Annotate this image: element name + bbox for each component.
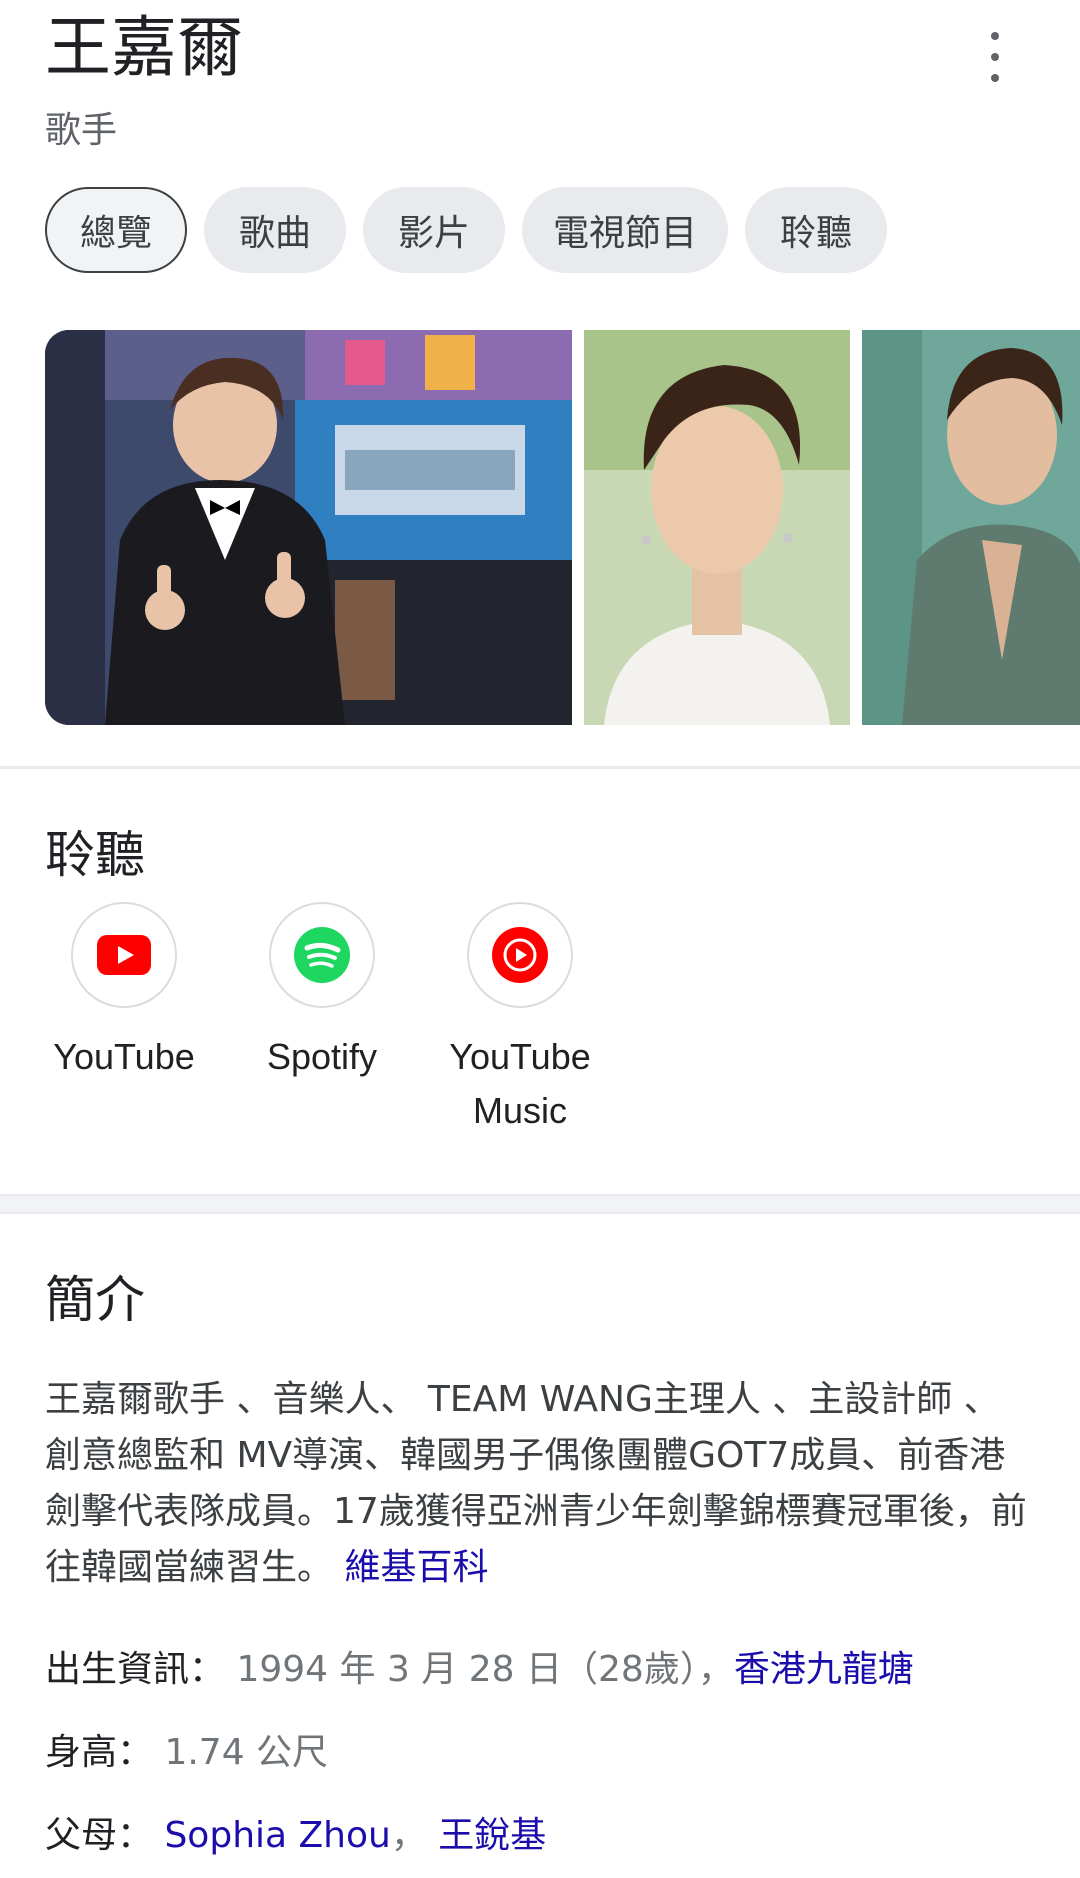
tab-listen[interactable]: 聆聽 [745,187,887,273]
fact-label: 出生資訊： [45,1649,226,1690]
service-label: YouTube Music [449,1036,591,1131]
tab-tv-shows[interactable]: 電視節目 [522,187,728,273]
youtube-icon [71,902,177,1008]
fact-label: 身高： [45,1732,154,1773]
section-divider [0,766,1080,769]
fact-parents: 父母： Sophia Zhou， 王銳基 [45,1806,546,1858]
spotify-icon [269,902,375,1008]
fact-birth: 出生資訊： 1994 年 3 月 28 日（28歲），香港九龍塘 [45,1640,914,1692]
fact-height: 身高： 1.74 公尺 [45,1723,328,1775]
more-vert-icon[interactable] [975,32,1015,82]
youtube-music-icon [467,902,573,1008]
page-title: 王嘉爾 [45,9,243,86]
service-label: Spotify [266,1036,378,1077]
section-divider [0,1194,1080,1214]
service-youtube-music[interactable]: YouTube Music [441,902,599,1138]
page-subtitle: 歌手 [45,110,118,151]
birthplace-link[interactable]: 香港九龍塘 [734,1649,914,1690]
gallery-image-3[interactable] [862,330,1080,725]
intro-body: 王嘉爾歌手 、音樂人、 TEAM WANG主理人 、主設計師 、創意總監和 MV… [45,1379,1027,1588]
fact-separator: ， [390,1815,439,1856]
gallery-image-2[interactable] [584,330,850,725]
parent-link-2[interactable]: 王銳基 [438,1815,546,1856]
tab-bar: 總覽 歌曲 影片 電視節目 聆聽 [45,187,887,275]
wikipedia-link[interactable]: 維基百科 [344,1547,488,1588]
image-gallery [45,330,1080,725]
intro-section-title: 簡介 [45,1271,145,1329]
streaming-services: YouTube Spotify YouTube Music [45,902,599,1138]
fact-separator: ， [697,1649,734,1690]
tab-songs[interactable]: 歌曲 [204,187,346,273]
knowledge-panel-header: 王嘉爾 歌手 [45,0,1035,160]
service-youtube[interactable]: YouTube [45,902,203,1138]
tab-overview[interactable]: 總覽 [45,187,187,273]
fact-value: 1994 年 3 月 28 日（28歲） [225,1649,698,1690]
parent-link-1[interactable]: Sophia Zhou [153,1815,390,1856]
service-spotify[interactable]: Spotify [243,902,401,1138]
service-label: YouTube [53,1036,195,1077]
intro-description: 王嘉爾歌手 、音樂人、 TEAM WANG主理人 、主設計師 、創意總監和 MV… [45,1372,1035,1596]
listen-section-title: 聆聽 [45,826,145,884]
gallery-image-1[interactable] [45,330,572,725]
fact-value: 1.74 公尺 [153,1732,329,1773]
tab-videos[interactable]: 影片 [363,187,505,273]
fact-label: 父母： [45,1815,154,1856]
